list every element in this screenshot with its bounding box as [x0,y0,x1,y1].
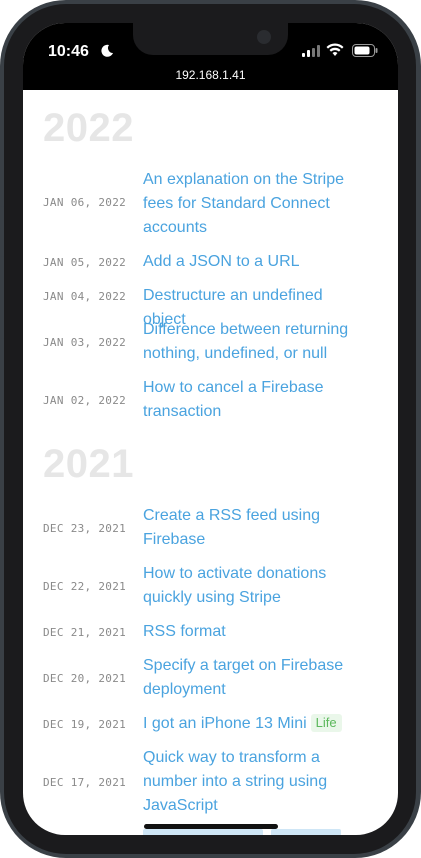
battery-icon [352,44,378,57]
post-date: DEC 22, 2021 [43,580,127,593]
cellular-signal-icon [302,45,320,57]
status-bar: 10:46 192.168.1.41 [23,23,398,90]
wifi-icon [326,43,344,56]
post-link[interactable]: RSS format [143,620,363,644]
power-button [416,290,421,386]
post-link[interactable]: Create a RSS feed using Firebase [143,504,363,552]
post-link[interactable]: How to cancel a Firebase transaction [143,376,363,424]
post-link[interactable]: I got an iPhone 13 Mini [143,715,307,732]
address-bar-url[interactable]: 192.168.1.41 [23,68,398,82]
post-date: DEC 20, 2021 [43,672,127,685]
post-date: JAN 03, 2022 [43,336,127,349]
post-link[interactable]: How to activate donations quickly using … [143,562,363,610]
phone-screen: 2022 JAN 06, 2022 An explanation on the … [23,23,398,835]
year-heading: 2021 [43,442,134,486]
category-tag[interactable]: Life [310,714,342,732]
post-date: DEC 19, 2021 [43,718,127,731]
post-date: JAN 02, 2022 [43,394,127,407]
clock: 10:46 [48,43,89,60]
post-link[interactable]: Specify a target on Firebase deployment [143,654,363,702]
post-date: DEC 17, 2021 [43,776,127,789]
moon-icon [101,44,113,57]
cut-off-link [271,829,341,835]
year-heading: 2022 [43,106,134,150]
post-date: DEC 23, 2021 [43,522,127,535]
post-date: JAN 05, 2022 [43,256,127,269]
post-link[interactable]: An explanation on the Stripe fees for St… [143,168,363,240]
post-date: DEC 21, 2021 [43,626,127,639]
post-date: JAN 04, 2022 [43,290,127,303]
notch [133,23,288,55]
post-link[interactable]: Quick way to transform a number into a s… [143,746,363,818]
camera-icon [257,30,271,44]
post-title-wrap: I got an iPhone 13 Mini Life [143,712,363,736]
post-date: JAN 06, 2022 [43,196,127,209]
cut-off-link [143,829,263,835]
post-link[interactable]: Difference between returning nothing, un… [143,318,363,366]
home-indicator[interactable] [144,824,278,829]
post-link[interactable]: Add a JSON to a URL [143,250,363,274]
